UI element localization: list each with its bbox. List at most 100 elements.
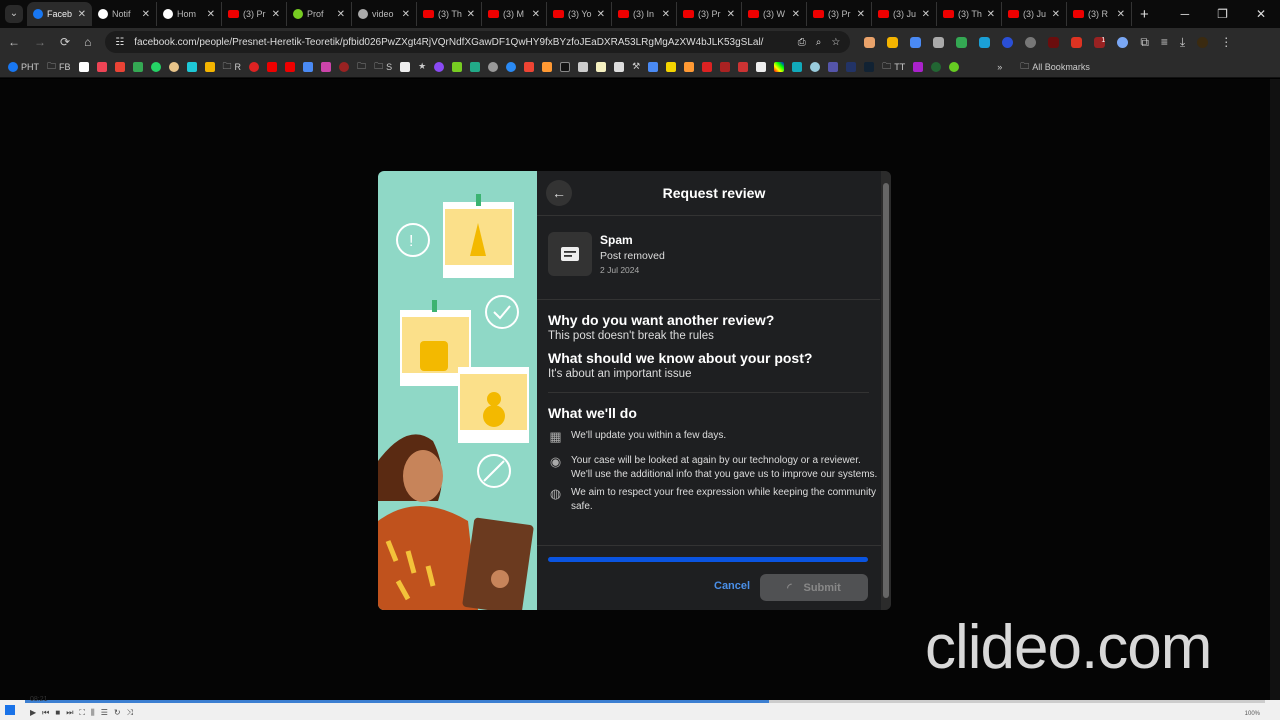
bookmark-icon[interactable] bbox=[321, 61, 332, 72]
shuffle-icon[interactable]: ⤨ bbox=[127, 708, 133, 718]
bookmark-icon[interactable] bbox=[931, 61, 942, 72]
bookmark-icon[interactable] bbox=[614, 61, 625, 72]
bookmark-icon[interactable] bbox=[684, 61, 695, 72]
equalizer-icon[interactable]: ⫼ bbox=[91, 708, 95, 718]
bookmark-icon[interactable] bbox=[506, 61, 517, 72]
bookmark-folder-s[interactable]: 🗀 S bbox=[374, 59, 392, 75]
bookmark-icon[interactable] bbox=[249, 61, 260, 72]
close-tab-icon[interactable]: ✕ bbox=[857, 9, 865, 20]
bookmark-icon[interactable] bbox=[810, 61, 821, 72]
bookmark-icon[interactable] bbox=[578, 61, 589, 72]
browser-tab[interactable]: (3) Pr ✕ bbox=[807, 2, 872, 26]
play-icon[interactable]: ▶ bbox=[30, 708, 36, 718]
tools-icon[interactable]: ⚒ bbox=[632, 61, 640, 72]
profile-avatar[interactable] bbox=[1197, 36, 1209, 48]
bookmark-icon[interactable] bbox=[702, 61, 713, 72]
url-text[interactable]: facebook.com/people/Presnet-Heretik-Teor… bbox=[134, 37, 787, 48]
bookmark-icon[interactable] bbox=[434, 61, 445, 72]
page-scrollbar[interactable] bbox=[1270, 79, 1280, 700]
bookmark-folder-r[interactable]: 🗀 R bbox=[223, 59, 242, 75]
back-button[interactable]: ← bbox=[8, 35, 20, 49]
home-button[interactable]: ⌂ bbox=[84, 35, 91, 49]
bookmark-icon[interactable] bbox=[774, 61, 785, 72]
close-tab-icon[interactable]: ✕ bbox=[337, 9, 345, 20]
bookmark-icon[interactable] bbox=[204, 61, 215, 72]
browser-tab[interactable]: (3) Yo ✕ bbox=[547, 2, 612, 26]
close-tab-icon[interactable]: ✕ bbox=[987, 9, 995, 20]
close-tab-icon[interactable]: ✕ bbox=[1117, 9, 1125, 20]
extension-icon[interactable] bbox=[1117, 36, 1129, 48]
cancel-button[interactable]: Cancel bbox=[714, 580, 750, 592]
zoom-icon[interactable]: ⌕ bbox=[816, 37, 822, 48]
close-tab-icon[interactable]: ✕ bbox=[1052, 9, 1060, 20]
bookmark-icon[interactable] bbox=[828, 61, 839, 72]
close-tab-icon[interactable]: ✕ bbox=[207, 9, 215, 20]
gmail-icon[interactable] bbox=[114, 61, 125, 72]
scrollbar-thumb[interactable] bbox=[883, 183, 889, 598]
close-tab-icon[interactable]: ✕ bbox=[597, 9, 605, 20]
submit-button[interactable]: ◜ Submit bbox=[760, 574, 868, 601]
close-tab-icon[interactable]: ✕ bbox=[922, 9, 930, 20]
address-bar[interactable]: ☷ facebook.com/people/Presnet-Heretik-Te… bbox=[105, 31, 851, 53]
folder-icon[interactable]: 🗀 bbox=[357, 59, 366, 75]
drive-icon[interactable] bbox=[132, 61, 143, 72]
youtube-icon[interactable] bbox=[285, 61, 296, 72]
x-bookmark-icon[interactable] bbox=[78, 61, 89, 72]
browser-tab[interactable]: (3) Pr ✕ bbox=[677, 2, 742, 26]
bookmark-icon[interactable] bbox=[339, 61, 350, 72]
new-tab-button[interactable]: + bbox=[1140, 6, 1149, 23]
browser-tab[interactable]: Hom ✕ bbox=[157, 2, 222, 26]
bookmark-icon[interactable] bbox=[666, 61, 677, 72]
close-tab-icon[interactable]: ✕ bbox=[532, 9, 540, 20]
fullscreen-icon[interactable]: ⛶ bbox=[79, 708, 85, 718]
close-tab-icon[interactable]: ✕ bbox=[78, 9, 86, 20]
extension-icon[interactable] bbox=[956, 36, 968, 48]
more-bookmarks-button[interactable]: » bbox=[997, 62, 1002, 72]
bookmark-pht[interactable]: PHT bbox=[8, 61, 39, 72]
media-control-icon[interactable]: ≡ bbox=[1161, 35, 1168, 49]
bookmark-icon[interactable] bbox=[792, 61, 803, 72]
star-icon[interactable]: ★ bbox=[418, 61, 426, 72]
next-icon[interactable]: ⏭ bbox=[66, 708, 73, 718]
extension-icon[interactable] bbox=[1025, 36, 1037, 48]
bookmark-icon[interactable] bbox=[738, 61, 749, 72]
bookmark-icon[interactable] bbox=[96, 61, 107, 72]
browser-tab[interactable]: (3) M ✕ bbox=[482, 2, 547, 26]
bookmark-icon[interactable] bbox=[542, 61, 553, 72]
extension-badge-icon[interactable]: 1 bbox=[1094, 36, 1106, 48]
translate-extension-icon[interactable] bbox=[910, 36, 922, 48]
bookmark-icon[interactable] bbox=[846, 61, 857, 72]
bookmark-icon[interactable] bbox=[949, 61, 960, 72]
browser-tab[interactable]: (3) Th ✕ bbox=[417, 2, 482, 26]
bookmark-icon[interactable] bbox=[913, 61, 924, 72]
browser-tab[interactable]: (3) Ju ✕ bbox=[1002, 2, 1067, 26]
bookmark-icon[interactable] bbox=[470, 61, 481, 72]
close-tab-icon[interactable]: ✕ bbox=[272, 9, 280, 20]
browser-tab[interactable]: (3) In ✕ bbox=[612, 2, 677, 26]
extension-icon[interactable] bbox=[1071, 36, 1083, 48]
install-icon[interactable]: ⎙ bbox=[798, 37, 806, 48]
bookmark-icon[interactable] bbox=[648, 61, 659, 72]
bookmark-icon[interactable] bbox=[524, 61, 535, 72]
close-tab-icon[interactable]: ✕ bbox=[662, 9, 670, 20]
browser-tab[interactable]: Prof ✕ bbox=[287, 2, 352, 26]
menu-icon[interactable]: ⋮ bbox=[1220, 35, 1232, 49]
globe-icon[interactable] bbox=[488, 61, 499, 72]
bookmark-icon[interactable] bbox=[303, 61, 314, 72]
extension-icon[interactable] bbox=[887, 36, 899, 48]
bookmark-icon[interactable] bbox=[168, 61, 179, 72]
close-tab-icon[interactable]: ✕ bbox=[402, 9, 410, 20]
minimize-button[interactable]: ─ bbox=[1181, 7, 1190, 21]
bookmark-icon[interactable] bbox=[452, 61, 463, 72]
bookmark-icon[interactable] bbox=[596, 61, 607, 72]
bookmark-icon[interactable] bbox=[720, 61, 731, 72]
bookmark-star-icon[interactable]: ☆ bbox=[831, 37, 840, 48]
loop-icon[interactable]: ↻ bbox=[114, 708, 121, 718]
browser-tab[interactable]: (3) W ✕ bbox=[742, 2, 807, 26]
forward-button[interactable]: → bbox=[34, 35, 46, 49]
whatsapp-icon[interactable] bbox=[150, 61, 161, 72]
browser-tab[interactable]: (3) Pr ✕ bbox=[222, 2, 287, 26]
downloads-icon[interactable]: ⤓ bbox=[1180, 35, 1185, 50]
browser-tab[interactable]: (3) Ju ✕ bbox=[872, 2, 937, 26]
tab-search-button[interactable]: ⌄ bbox=[5, 5, 23, 23]
